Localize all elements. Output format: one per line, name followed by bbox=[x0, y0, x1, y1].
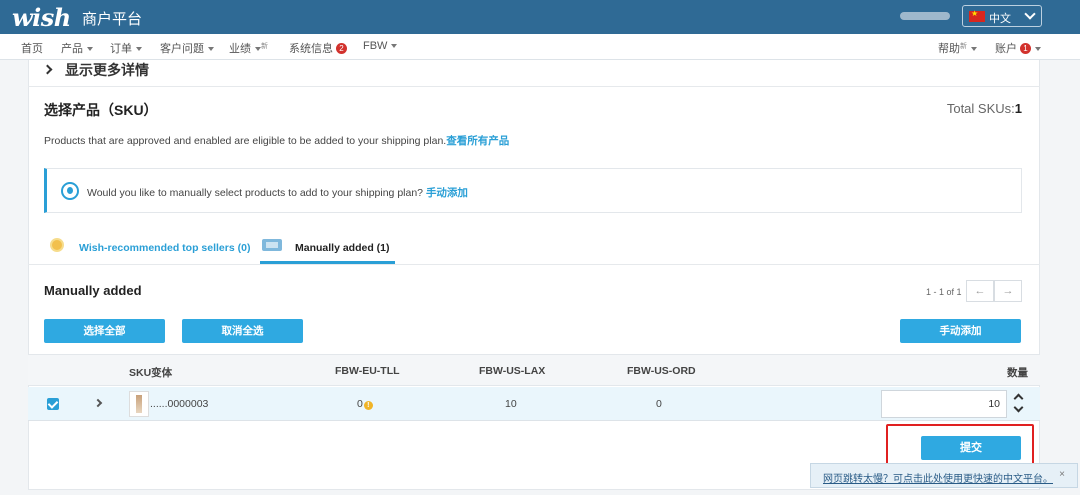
nav-account[interactable]: 账户 1 bbox=[995, 40, 1041, 56]
select-all-button[interactable]: 选择全部 bbox=[44, 319, 165, 343]
show-more-details[interactable]: 显示更多详情 bbox=[42, 60, 149, 80]
col-fbw-us-ord: FBW-US-ORD bbox=[627, 365, 696, 377]
nav-products[interactable]: 产品 bbox=[61, 40, 93, 56]
tab-manually-added[interactable]: Manually added (1) bbox=[260, 238, 395, 264]
col-fbw-us-lax: FBW-US-LAX bbox=[479, 365, 546, 377]
quantity-input[interactable]: 10 bbox=[881, 390, 1007, 418]
chevron-right-icon bbox=[42, 64, 53, 75]
wish-logo[interactable]: wish bbox=[12, 3, 71, 32]
language-select[interactable]: 中文 bbox=[962, 5, 1042, 27]
main-nav: 首页 产品 订单 客户问题 业绩新 系统信息 2 FBW 帮助新 账户 1 bbox=[0, 34, 1080, 60]
pager-info: 1 - 1 of 1 bbox=[926, 287, 962, 297]
china-flag-icon bbox=[969, 9, 985, 22]
medal-icon bbox=[50, 238, 64, 252]
new-tag: 新 bbox=[261, 43, 268, 50]
col-sku-variant: SKU变体 bbox=[129, 367, 173, 379]
row-checkbox[interactable] bbox=[47, 398, 59, 410]
section-title: 选择产品（SKU） bbox=[44, 102, 158, 118]
notification-badge: 2 bbox=[336, 43, 347, 54]
nav-help[interactable]: 帮助新 bbox=[938, 40, 977, 56]
table-header: SKU变体 FBW-EU-TLL FBW-US-LAX FBW-US-ORD 数… bbox=[28, 354, 1040, 386]
lightbulb-icon bbox=[61, 182, 79, 200]
manual-add-link[interactable]: 手动添加 bbox=[426, 187, 468, 199]
us-ord-value: 0 bbox=[656, 398, 662, 410]
caret-icon bbox=[208, 47, 214, 52]
manually-added-title: Manually added bbox=[44, 283, 142, 298]
nav-home[interactable]: 首页 bbox=[21, 40, 43, 56]
eu-tll-value: 0! bbox=[357, 398, 373, 410]
language-label: 中文 bbox=[989, 13, 1011, 25]
table-row[interactable]: ......0000003 0! 10 0 10 bbox=[28, 387, 1040, 421]
total-skus: Total SKUs:1 bbox=[946, 101, 1022, 116]
submit-button[interactable]: 提交 bbox=[921, 436, 1021, 460]
quantity-decrement-icon[interactable] bbox=[1012, 403, 1024, 415]
deselect-all-button[interactable]: 取消全选 bbox=[182, 319, 303, 343]
caret-icon bbox=[391, 44, 398, 49]
manual-add-button[interactable]: 手动添加 bbox=[900, 319, 1021, 343]
nav-orders[interactable]: 订单 bbox=[110, 40, 142, 56]
info-banner: Would you like to manually select produc… bbox=[44, 168, 1022, 213]
view-all-products-link[interactable]: 查看所有产品 bbox=[446, 135, 509, 147]
caret-icon bbox=[971, 47, 977, 52]
caret-icon bbox=[87, 47, 93, 52]
info-text: Would you like to manually select produc… bbox=[87, 187, 468, 199]
close-icon[interactable]: × bbox=[1059, 469, 1065, 480]
tab-divider bbox=[28, 264, 1040, 265]
section-description: Products that are approved and enabled a… bbox=[44, 135, 510, 147]
platform-title: 商户平台 bbox=[82, 11, 143, 28]
expand-row-icon[interactable] bbox=[93, 398, 103, 408]
notification-badge: 1 bbox=[1020, 43, 1031, 54]
us-lax-value: 10 bbox=[505, 398, 517, 410]
col-fbw-eu-tll: FBW-EU-TLL bbox=[335, 365, 400, 377]
next-page-button[interactable]: → bbox=[994, 280, 1022, 302]
product-thumbnail bbox=[129, 391, 149, 417]
nav-performance[interactable]: 业绩新 bbox=[229, 40, 268, 56]
divider bbox=[28, 86, 1040, 87]
user-name[interactable] bbox=[900, 12, 950, 20]
switch-platform-link[interactable]: 网页跳转太慢？可点击此处使用更快速的中文平台。 bbox=[823, 470, 1053, 485]
caret-icon bbox=[1035, 47, 1041, 52]
speed-notice-toast[interactable]: 网页跳转太慢？可点击此处使用更快速的中文平台。 × bbox=[810, 463, 1078, 488]
nav-customer-issues[interactable]: 客户问题 bbox=[160, 40, 214, 56]
col-quantity: 数量 bbox=[1007, 367, 1028, 379]
nav-system-info[interactable]: 系统信息 2 bbox=[289, 40, 347, 56]
prev-page-button[interactable]: ← bbox=[966, 280, 994, 302]
top-header: wish 商户平台 中文 bbox=[0, 0, 1080, 34]
warning-icon[interactable]: ! bbox=[363, 401, 373, 410]
nav-fbw[interactable]: FBW bbox=[363, 40, 398, 52]
sku-value: ......0000003 bbox=[150, 398, 209, 410]
package-icon bbox=[262, 239, 282, 251]
caret-icon bbox=[136, 47, 142, 52]
chevron-down-icon bbox=[1024, 8, 1036, 20]
new-tag: 新 bbox=[960, 43, 967, 50]
